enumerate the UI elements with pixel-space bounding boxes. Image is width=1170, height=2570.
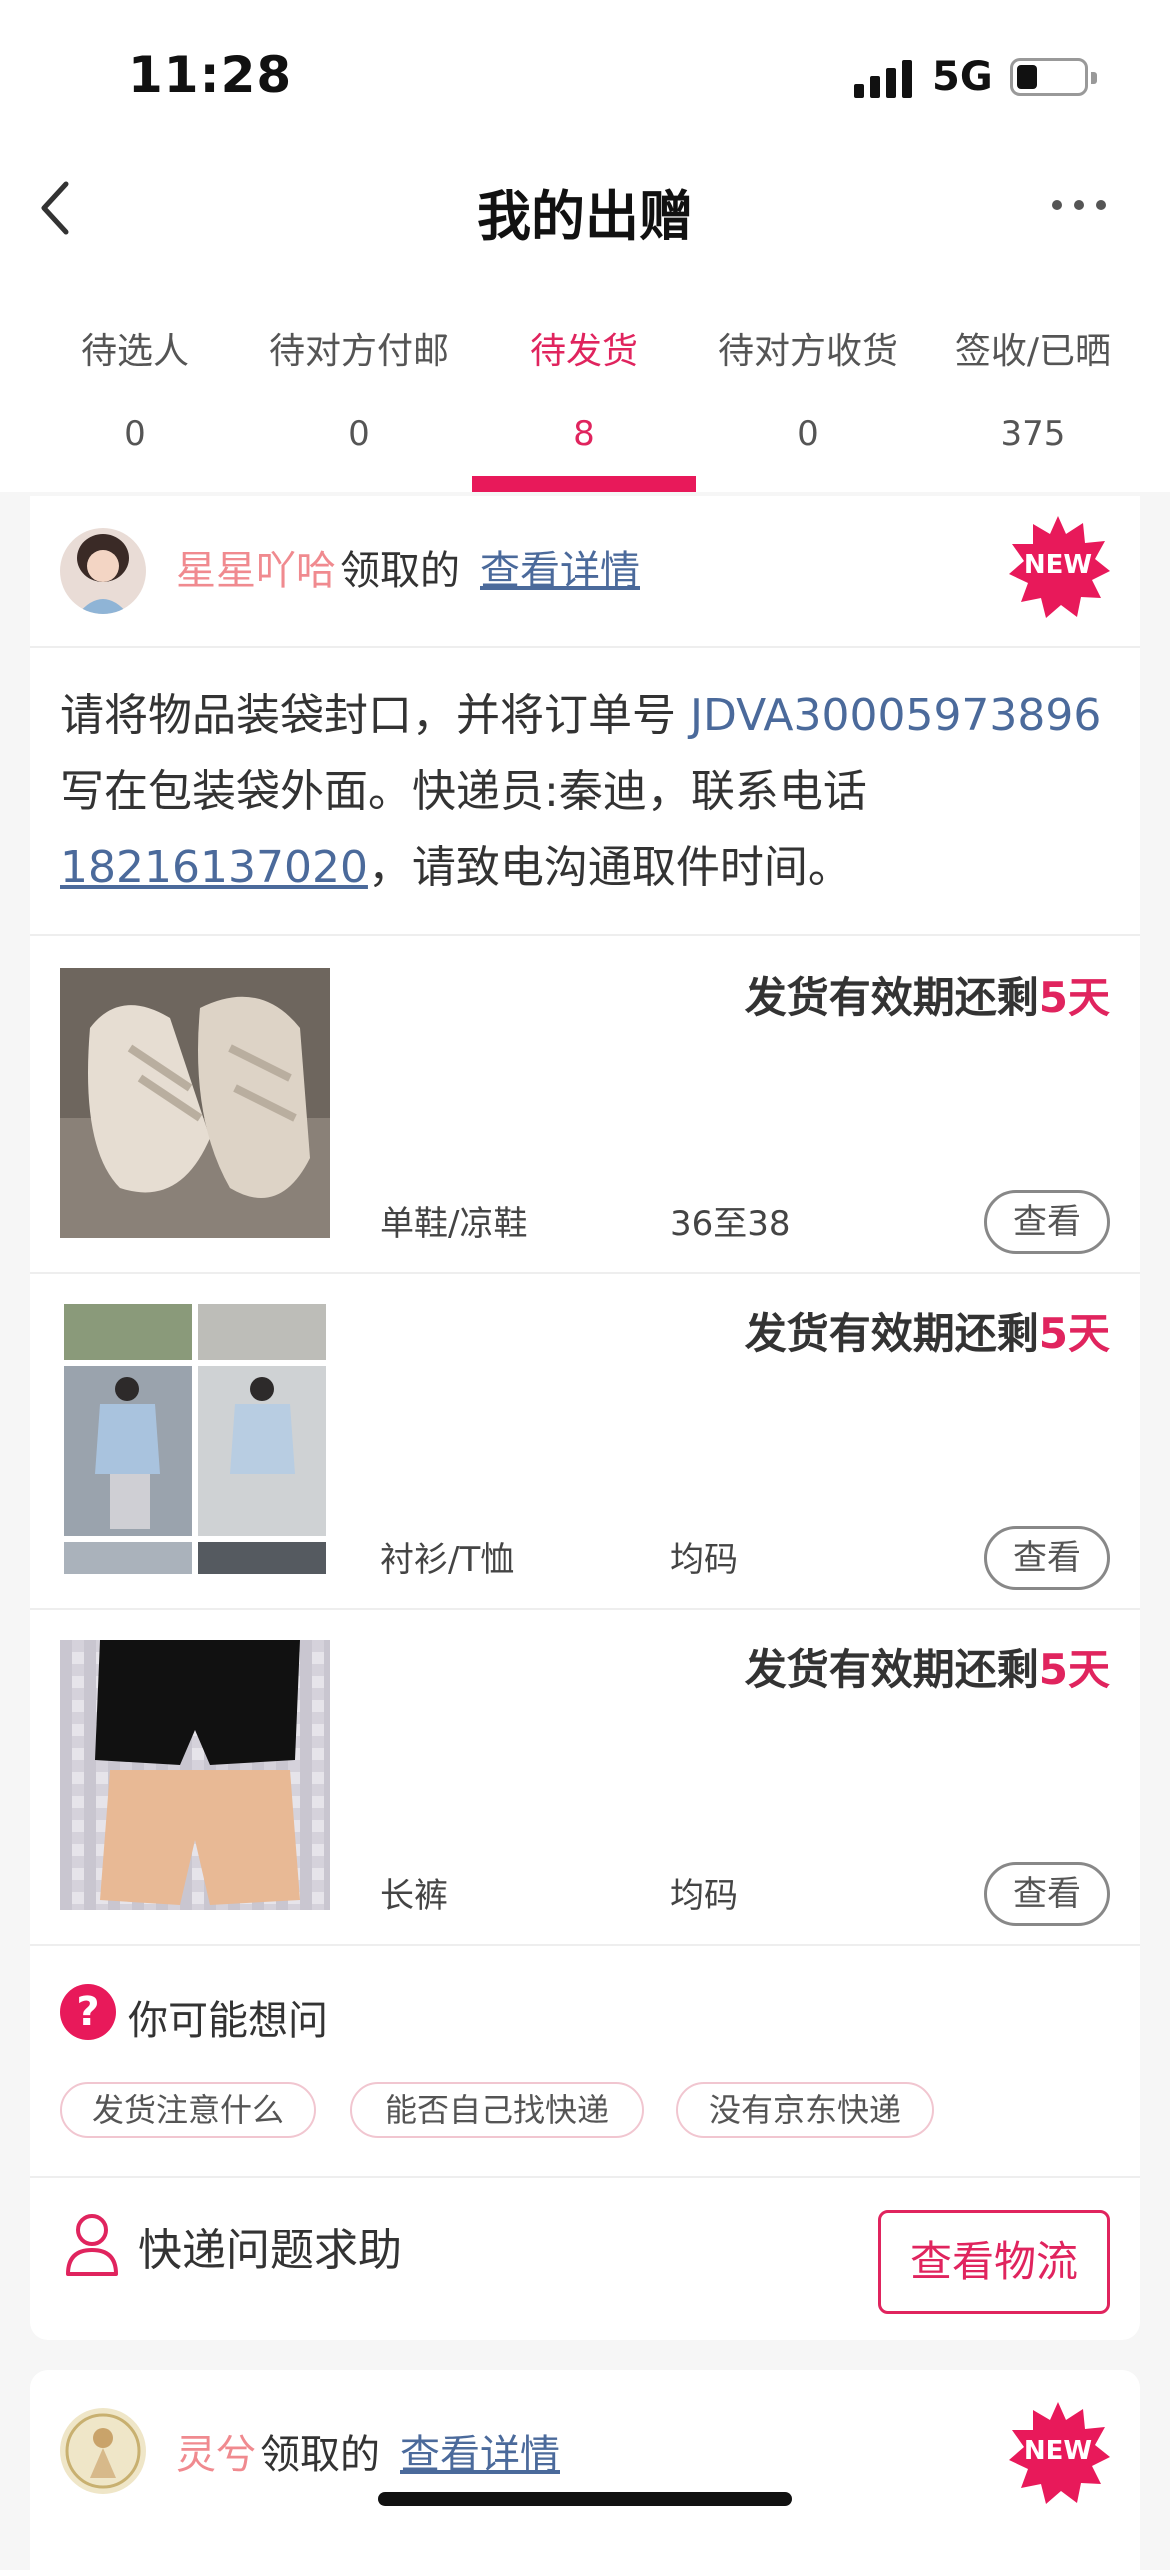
tab-label: 待发货 bbox=[529, 331, 638, 372]
divider bbox=[30, 1944, 1140, 1946]
notice-text: 写在包装袋外面。快递员:秦迪，联系电话 bbox=[60, 766, 867, 817]
tab-label: 待对方收货 bbox=[717, 331, 898, 372]
tab-count: 0 bbox=[797, 414, 819, 454]
shipping-deadline: 发货有效期还剩5天 bbox=[745, 1636, 1110, 1697]
divider bbox=[30, 934, 1140, 936]
tab-count: 8 bbox=[573, 414, 595, 454]
battery-icon bbox=[1010, 58, 1097, 96]
signal-icon bbox=[854, 58, 916, 98]
network-type: 5G bbox=[932, 54, 993, 100]
item-size: 36至38 bbox=[670, 1204, 791, 1244]
item-size: 均码 bbox=[670, 1540, 738, 1580]
user-name[interactable]: 星星吖哈 bbox=[176, 538, 336, 596]
tab-count: 0 bbox=[348, 414, 370, 454]
header-area: 11:28 5G 我的出赠 待选人 0 待对方付邮 0 待发货 8 待对方收货 … bbox=[0, 0, 1170, 492]
shipping-deadline: 发货有效期还剩5天 bbox=[745, 964, 1110, 1025]
more-options-icon[interactable] bbox=[1052, 196, 1108, 216]
tab-pending-shipment[interactable]: 待发货 8 bbox=[467, 322, 701, 454]
tab-label: 待选人 bbox=[80, 331, 189, 372]
item-image-shoes[interactable] bbox=[60, 968, 330, 1238]
order-number: JDVA30005973896 bbox=[690, 690, 1102, 741]
divider bbox=[30, 1272, 1140, 1274]
faq-chip[interactable]: 没有京东快递 bbox=[676, 2082, 934, 2138]
view-item-button[interactable]: 查看 bbox=[984, 1862, 1110, 1926]
person-icon bbox=[66, 2214, 118, 2276]
tab-label: 签收/已晒 bbox=[954, 331, 1112, 372]
claim-text: 领取的 bbox=[340, 548, 460, 594]
order-card: 星星吖哈 领取的 查看详情 NEW 请将物品装袋封口，并将订单号 JDVA300… bbox=[30, 496, 1140, 2340]
deadline-days: 5天 bbox=[1038, 973, 1110, 1022]
faq-chip[interactable]: 能否自己找快递 bbox=[350, 2082, 644, 2138]
view-details-link[interactable]: 查看详情 bbox=[400, 2422, 560, 2480]
deadline-days: 5天 bbox=[1038, 1645, 1110, 1694]
faq-chip[interactable]: 发货注意什么 bbox=[60, 2082, 316, 2138]
tab-count: 375 bbox=[1000, 414, 1066, 454]
divider bbox=[30, 1608, 1140, 1610]
new-badge: NEW bbox=[1006, 514, 1110, 618]
view-item-button[interactable]: 查看 bbox=[984, 1526, 1110, 1590]
claim-text: 领取的 bbox=[260, 2432, 380, 2478]
item-category: 单鞋/凉鞋 bbox=[380, 1204, 528, 1244]
tab-count: 0 bbox=[124, 414, 146, 454]
question-icon: ? bbox=[60, 1984, 116, 2040]
item-category: 长裤 bbox=[380, 1876, 448, 1916]
page-title: 我的出赠 bbox=[477, 185, 693, 248]
new-badge: NEW bbox=[1006, 2400, 1110, 2504]
view-details-link[interactable]: 查看详情 bbox=[480, 538, 640, 596]
new-badge-label: NEW bbox=[1023, 550, 1093, 580]
notice-text: 请将物品装袋封口，并将订单号 bbox=[60, 690, 690, 741]
tab-signed-shown[interactable]: 签收/已晒 375 bbox=[916, 322, 1150, 454]
deadline-label: 发货有效期还剩 bbox=[744, 1309, 1039, 1358]
item-image-shirts[interactable] bbox=[60, 1304, 330, 1574]
divider bbox=[30, 646, 1140, 648]
home-indicator bbox=[378, 2492, 792, 2506]
new-badge-label: NEW bbox=[1023, 2436, 1093, 2466]
tab-pending-postage[interactable]: 待对方付邮 0 bbox=[242, 322, 476, 454]
order-card: 灵兮 领取的 查看详情 NEW bbox=[30, 2370, 1140, 2570]
deadline-label: 发货有效期还剩 bbox=[744, 973, 1039, 1022]
view-logistics-button[interactable]: 查看物流 bbox=[878, 2210, 1110, 2314]
avatar[interactable] bbox=[60, 528, 146, 614]
deadline-days: 5天 bbox=[1038, 1309, 1110, 1358]
faq-title: 你可能想问 bbox=[128, 1998, 328, 2044]
courier-phone-link[interactable]: 18216137020 bbox=[60, 842, 368, 893]
deadline-label: 发货有效期还剩 bbox=[744, 1645, 1039, 1694]
divider bbox=[30, 2176, 1140, 2178]
notice-text: ，请致电沟通取件时间。 bbox=[367, 842, 852, 893]
status-time: 11:28 bbox=[128, 46, 293, 104]
user-name[interactable]: 灵兮 bbox=[176, 2422, 256, 2480]
courier-help-label[interactable]: 快递问题求助 bbox=[138, 2214, 402, 2278]
shipping-notice: 请将物品装袋封口，并将订单号 JDVA30005973896 写在包装袋外面。快… bbox=[60, 678, 1120, 906]
shipping-deadline: 发货有效期还剩5天 bbox=[745, 1300, 1110, 1361]
tab-label: 待对方付邮 bbox=[268, 331, 449, 372]
item-size: 均码 bbox=[670, 1876, 738, 1916]
active-tab-indicator bbox=[472, 476, 696, 492]
item-image-pants[interactable] bbox=[60, 1640, 330, 1910]
tab-pending-receipt[interactable]: 待对方收货 0 bbox=[691, 322, 925, 454]
tab-pending-select[interactable]: 待选人 0 bbox=[18, 322, 252, 454]
item-category: 衬衫/T恤 bbox=[380, 1540, 515, 1580]
view-item-button[interactable]: 查看 bbox=[984, 1190, 1110, 1254]
avatar[interactable] bbox=[60, 2408, 146, 2494]
